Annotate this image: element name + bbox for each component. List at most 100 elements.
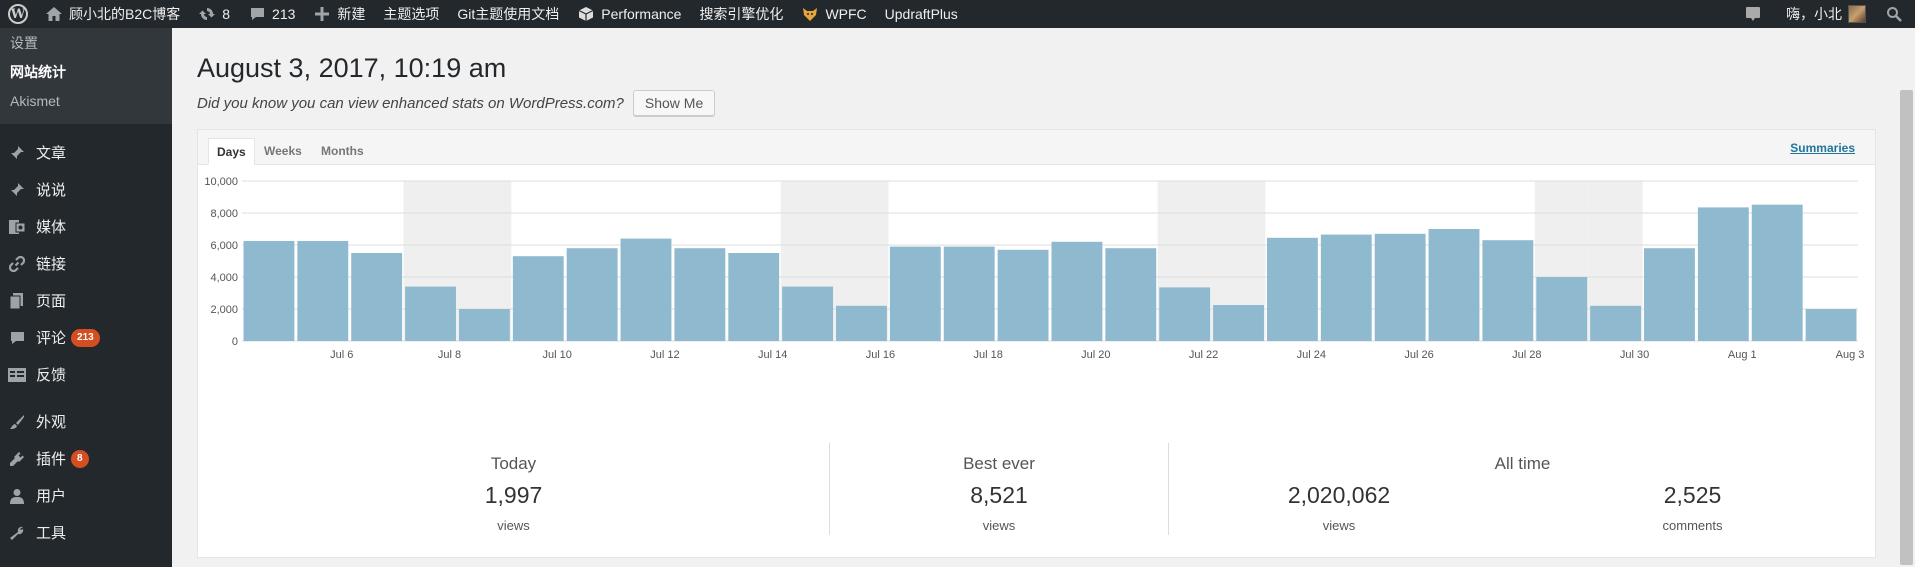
bar — [1590, 305, 1642, 341]
bar — [620, 238, 672, 341]
submenu-item-site-stats[interactable]: 网站统计 — [0, 58, 172, 87]
page-scrollbar[interactable] — [1898, 28, 1915, 567]
bar — [1805, 309, 1857, 341]
y-tick-label: 6,000 — [210, 240, 238, 252]
y-tick-label: 8,000 — [210, 208, 238, 220]
stats-summary: Today 1,997 views Best ever 8,521 views … — [198, 438, 1875, 558]
seo-link[interactable]: 搜索引擎优化 — [690, 0, 792, 28]
bar — [674, 248, 726, 341]
bar — [1374, 233, 1426, 341]
tab-months[interactable]: Months — [313, 138, 372, 165]
search-menu[interactable] — [1875, 0, 1915, 28]
bar — [351, 253, 403, 341]
enhanced-stats-promo: Did you know you can view enhanced stats… — [197, 89, 716, 117]
home-icon — [45, 5, 63, 23]
y-tick-label: 4,000 — [210, 272, 238, 284]
brush-icon — [6, 412, 28, 432]
all-time-views-unit: views — [1322, 518, 1356, 533]
x-tick-label: Jul 30 — [1620, 349, 1649, 361]
best-ever-value: 8,521 — [970, 482, 1028, 508]
bar — [1105, 248, 1157, 341]
sidebar-item-label: 外观 — [36, 414, 67, 431]
bar — [1213, 305, 1264, 341]
x-tick-label: Jul 10 — [543, 349, 572, 361]
x-tick-label: Jul 14 — [758, 349, 787, 361]
admin-sidebar: 设置 网站统计 Akismet 文章 说说 媒体 链接 页面 评论 213 反馈… — [0, 28, 172, 567]
page-icon — [6, 291, 28, 311]
tab-days[interactable]: Days — [208, 138, 255, 165]
plugin-icon — [6, 449, 28, 469]
link-icon — [6, 254, 28, 274]
comments-menu[interactable]: 213 — [239, 0, 304, 28]
sidebar-item-pages[interactable]: 页面 — [0, 282, 172, 319]
notification-icon — [1744, 5, 1762, 23]
bar — [1536, 277, 1588, 341]
best-ever-label: Best ever — [963, 454, 1035, 473]
sidebar-item-posts[interactable]: 文章 — [0, 134, 172, 171]
main-content: August 3, 2017, 10:19 am Did you know yo… — [172, 28, 1895, 567]
sidebar-item-label: 用户 — [36, 488, 67, 505]
bar — [782, 286, 834, 341]
x-tick-label: Jul 26 — [1404, 349, 1433, 361]
sidebar-item-label: 评论 — [36, 330, 67, 347]
updates-menu[interactable]: 8 — [189, 0, 239, 28]
x-tick-label: Jul 12 — [650, 349, 679, 361]
performance-menu[interactable]: Performance — [568, 0, 690, 28]
all-time-comments: 2,525 comments — [1509, 438, 1876, 538]
bar — [1159, 287, 1211, 341]
performance-cube-icon — [577, 5, 595, 23]
submenu-item-settings[interactable]: 设置 — [0, 29, 172, 58]
updates-count: 8 — [222, 6, 231, 22]
sidebar-item-label: 链接 — [36, 256, 67, 273]
bar — [1482, 240, 1534, 341]
media-icon — [6, 217, 28, 237]
sidebar-item-comments[interactable]: 评论 213 — [0, 319, 172, 356]
x-tick-label: Jul 20 — [1081, 349, 1110, 361]
sidebar-item-feedback[interactable]: 反馈 — [0, 356, 172, 393]
show-me-button[interactable]: Show Me — [632, 90, 716, 116]
summary-all-time: All time 2,020,062 views 2,525 comments — [1169, 438, 1876, 538]
sidebar-item-shuoshuo[interactable]: 说说 — [0, 171, 172, 208]
promo-text: Did you know you can view enhanced stats… — [197, 94, 624, 112]
sidebar-item-plugins[interactable]: 插件 8 — [0, 440, 172, 477]
wpfc-menu[interactable]: WPFC — [792, 0, 875, 28]
new-label: 新建 — [337, 6, 366, 22]
new-content-menu[interactable]: 新建 — [304, 0, 374, 28]
x-tick-label: Jul 18 — [973, 349, 1002, 361]
bar — [997, 249, 1049, 341]
wp-logo-menu[interactable]: W — [0, 0, 36, 28]
feedback-icon — [6, 365, 28, 385]
today-label: Today — [490, 454, 537, 473]
sidebar-item-appearance[interactable]: 外观 — [0, 403, 172, 440]
sidebar-item-tools[interactable]: 工具 — [0, 514, 172, 551]
best-ever-unit: views — [982, 518, 1016, 533]
bar — [1428, 229, 1480, 341]
bar — [1751, 204, 1803, 341]
submenu-item-akismet[interactable]: Akismet — [0, 87, 172, 116]
tab-weeks[interactable]: Weeks — [256, 138, 310, 165]
notes-menu[interactable] — [1735, 0, 1777, 28]
site-name-menu[interactable]: 顾小北的B2C博客 — [36, 0, 189, 28]
sidebar-item-label: 说说 — [36, 182, 67, 199]
wrench-icon — [6, 523, 28, 543]
bar — [458, 309, 510, 341]
theme-options-link[interactable]: 主题选项 — [374, 0, 448, 28]
summary-today: Today 1,997 views — [198, 438, 829, 538]
bar — [243, 241, 295, 341]
search-icon — [1885, 5, 1903, 23]
pin-icon — [6, 143, 28, 163]
sidebar-item-users[interactable]: 用户 — [0, 477, 172, 514]
sidebar-item-links[interactable]: 链接 — [0, 245, 172, 282]
page-title: August 3, 2017, 10:19 am — [197, 53, 507, 83]
my-account-menu[interactable]: 嗨，小北 — [1777, 0, 1875, 28]
sidebar-item-media[interactable]: 媒体 — [0, 208, 172, 245]
updraftplus-link[interactable]: UpdraftPlus — [876, 0, 967, 28]
bar — [1644, 248, 1695, 341]
x-tick-label: Jul 24 — [1297, 349, 1326, 361]
summaries-link[interactable]: Summaries — [1790, 141, 1855, 155]
git-docs-link[interactable]: Git主题使用文档 — [448, 0, 568, 28]
y-tick-label: 10,000 — [204, 176, 238, 188]
bar — [943, 246, 995, 341]
scrollbar-thumb[interactable] — [1900, 90, 1913, 565]
updraftplus-label: UpdraftPlus — [884, 6, 958, 22]
